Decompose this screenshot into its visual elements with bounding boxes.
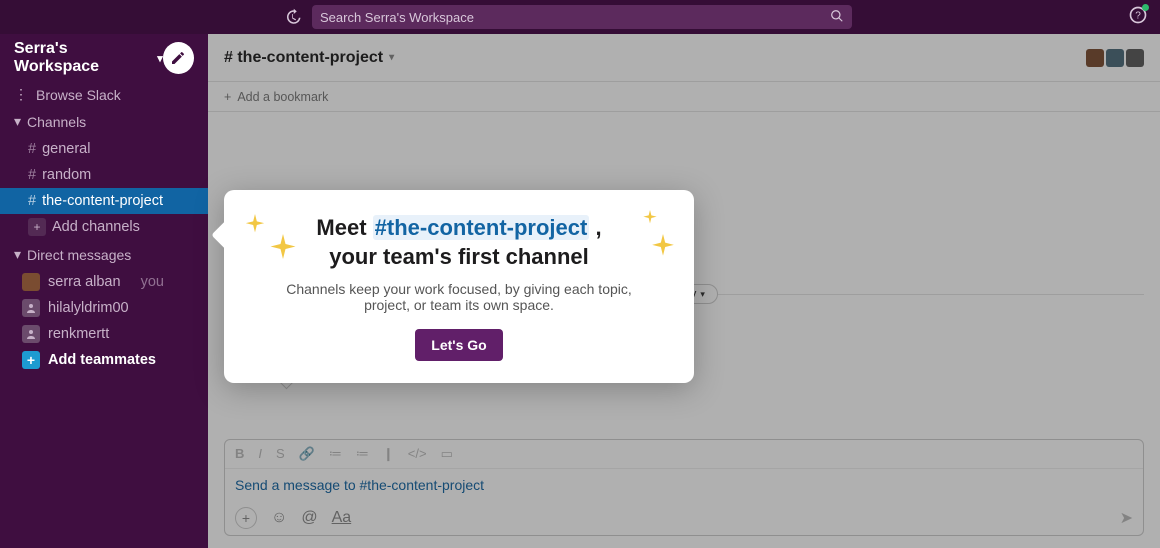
channel-pane: # the-content-project ▾ + Add a bookmark…	[208, 34, 1160, 548]
svg-text:?: ?	[1135, 10, 1141, 21]
sparkle-icon	[650, 234, 676, 260]
search-icon	[830, 9, 844, 26]
sparkle-icon	[268, 234, 298, 264]
add-channels[interactable]: +Add channels	[0, 214, 208, 240]
popup-body: Channels keep your work focused, by givi…	[270, 281, 648, 313]
plus-icon: +	[22, 351, 40, 369]
avatar	[22, 273, 40, 291]
dm-self[interactable]: serra alban you	[0, 269, 208, 295]
channels-label: Channels	[27, 114, 86, 130]
caret-icon: ▾	[14, 113, 21, 130]
lets-go-button[interactable]: Let's Go	[415, 329, 502, 361]
popup-title: Meet #the-content-project , your team's …	[270, 214, 648, 271]
compose-button[interactable]	[163, 42, 194, 74]
browse-label: Browse Slack	[36, 87, 121, 103]
workspace-name: Serra's Workspace	[14, 40, 153, 76]
caret-icon: ▾	[14, 246, 21, 263]
dms-section[interactable]: ▾ Direct messages	[0, 240, 208, 269]
avatar	[22, 325, 40, 343]
chevron-down-icon: ▾	[157, 52, 163, 65]
channel-random[interactable]: #random	[0, 162, 208, 188]
channel-general[interactable]: #general	[0, 136, 208, 162]
sparkle-icon	[244, 214, 266, 236]
workspace-switcher[interactable]: Serra's Workspace ▾	[0, 34, 208, 82]
avatar	[22, 299, 40, 317]
browse-slack[interactable]: ⋮ Browse Slack	[0, 82, 208, 107]
dm-hilal[interactable]: hilalyldrim00	[0, 295, 208, 321]
channel-the-content-project[interactable]: #the-content-project	[0, 188, 208, 214]
history-button[interactable]	[284, 8, 302, 26]
more-icon: ⋮	[14, 86, 28, 103]
top-bar: Search Serra's Workspace ?	[0, 0, 1160, 34]
search-placeholder: Search Serra's Workspace	[320, 10, 474, 25]
channels-section[interactable]: ▾ Channels	[0, 107, 208, 136]
search-input[interactable]: Search Serra's Workspace	[312, 5, 852, 29]
notification-dot	[1142, 4, 1149, 11]
help-button[interactable]: ?	[1128, 5, 1148, 30]
sparkle-icon	[642, 210, 658, 226]
plus-icon: +	[28, 218, 46, 236]
onboarding-popup: Meet #the-content-project , your team's …	[224, 190, 694, 383]
add-teammates[interactable]: +Add teammates	[0, 347, 208, 373]
sidebar: Serra's Workspace ▾ ⋮ Browse Slack ▾ Cha…	[0, 34, 208, 548]
dms-label: Direct messages	[27, 247, 131, 263]
dm-renkmertt[interactable]: renkmertt	[0, 321, 208, 347]
